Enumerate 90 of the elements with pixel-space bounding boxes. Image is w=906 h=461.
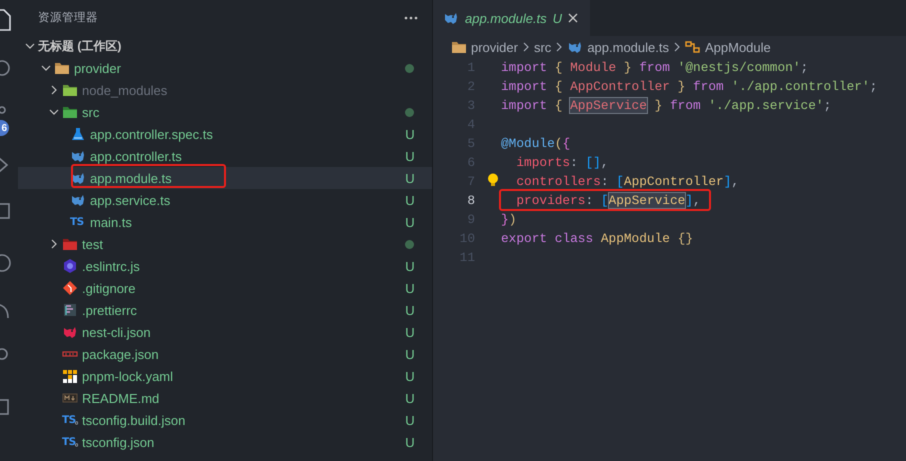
chevron-icon (555, 42, 564, 52)
code-line: import { AppService } from './app.service'; (501, 98, 832, 113)
chevron-icon[interactable] (49, 85, 59, 95)
file-name: nest-cli.json (82, 324, 152, 340)
more-icon[interactable] (404, 16, 418, 20)
chevron-icon[interactable] (41, 63, 51, 73)
file-name: app.controller.ts (90, 148, 183, 164)
chevron-icon[interactable] (49, 239, 59, 249)
flask-icon (70, 126, 86, 142)
tree-item[interactable]: app.controller.spec.ts U (18, 123, 432, 145)
file-name: src (82, 104, 100, 120)
folder-icon (54, 60, 70, 76)
tree-item[interactable]: app.controller.ts U (18, 145, 432, 167)
code-line: imports: [], (515, 155, 609, 170)
tree-item[interactable]: provider (18, 57, 432, 79)
folder-icon (62, 236, 78, 252)
tree-item[interactable]: src (18, 101, 432, 123)
chevron-icon[interactable] (49, 107, 59, 117)
file-name: pnpm-lock.yaml (82, 368, 174, 384)
git-status: U (404, 258, 416, 274)
breadcrumb[interactable]: src (534, 40, 552, 54)
code-line: import { Module } from '@nestjs/common'; (501, 60, 808, 75)
file-name: .prettierrc (82, 302, 138, 318)
git-status: U (404, 126, 416, 142)
code-line: @Module({ (501, 136, 570, 151)
tree-item[interactable]: test (18, 233, 432, 255)
folder-icon (451, 39, 467, 55)
git-status: U (404, 148, 416, 164)
git-status: U (404, 302, 416, 318)
editor-tab[interactable]: app.module.ts U (433, 0, 590, 36)
git-status: U (404, 324, 416, 340)
code-line: providers: [AppService], (515, 193, 701, 208)
close-icon[interactable] (568, 13, 578, 23)
hexagon-icon (62, 258, 78, 274)
git-status: U (404, 434, 416, 450)
git-status: U (404, 346, 416, 362)
line-number: 8 (466, 193, 475, 208)
tree-item[interactable]: app.module.ts U (18, 167, 432, 189)
git-status: U (404, 192, 416, 208)
file-name: tsconfig.build.json (82, 412, 186, 428)
chevron-icon (672, 42, 681, 52)
file-name: test (82, 236, 104, 252)
tree-item[interactable]: package.json U (18, 343, 432, 365)
file-name: node_modules (82, 82, 168, 98)
blocks-icon (62, 368, 78, 384)
code-line: export class AppModule {} (501, 231, 693, 246)
git-status: U (404, 170, 416, 186)
file-name: app.module.ts (90, 170, 173, 186)
file-name: main.ts (90, 214, 133, 230)
folder-icon (62, 104, 78, 120)
chevron-icon[interactable] (25, 41, 35, 51)
code-line: controllers: [AppController], (515, 174, 740, 189)
panel-title: 资源管理器 (38, 10, 98, 25)
workspace-header[interactable]: 无标题 (工作区) (38, 38, 416, 54)
file-name: app.service.ts (90, 192, 172, 208)
tree-item[interactable]: TS main.ts U (18, 211, 432, 233)
folder-icon (62, 82, 78, 98)
code-line: }) (501, 212, 516, 227)
file-name: package.json (82, 346, 160, 362)
ts-icon: TS (70, 216, 86, 228)
symbol-icon (684, 39, 701, 55)
tree-item[interactable]: README.md U (18, 387, 432, 409)
grid-icon (62, 302, 78, 318)
file-name: tsconfig.json (82, 434, 156, 450)
code-line: import { AppController } from './app.controller'; (501, 79, 878, 94)
tree-item[interactable]: .gitignore U (18, 277, 432, 299)
breadcrumb[interactable]: provider (471, 40, 518, 54)
breadcrumb[interactable]: app.module.ts (587, 40, 669, 54)
tree-item[interactable]: app.service.ts U (18, 189, 432, 211)
file-name: app.controller.spec.ts (90, 126, 214, 142)
git-status: U (404, 368, 416, 384)
git-status: U (404, 280, 416, 296)
badge: 6 (0, 120, 9, 136)
tree-item[interactable]: pnpm-lock.yaml U (18, 365, 432, 387)
tree-item[interactable]: .prettierrc U (18, 299, 432, 321)
git-status: U (404, 412, 416, 428)
breadcrumb[interactable]: AppModule (704, 40, 771, 54)
lightbulb-icon[interactable] (487, 173, 499, 187)
tree-item[interactable]: .eslintrc.js U (18, 255, 432, 277)
file-name: README.md (82, 390, 160, 406)
git-status: U (404, 390, 416, 406)
file-name: provider (74, 60, 122, 76)
diamond-icon (62, 280, 78, 296)
chevron-icon (522, 42, 530, 52)
tree-item[interactable]: nest-cli.json U (18, 321, 432, 343)
file-name: .eslintrc.js (82, 258, 141, 274)
tree-item[interactable]: TS tsconfig.json U (18, 431, 432, 453)
file-name: .gitignore (82, 280, 136, 296)
git-status: U (404, 214, 416, 230)
tree-item[interactable]: TS tsconfig.build.json U (18, 409, 432, 431)
